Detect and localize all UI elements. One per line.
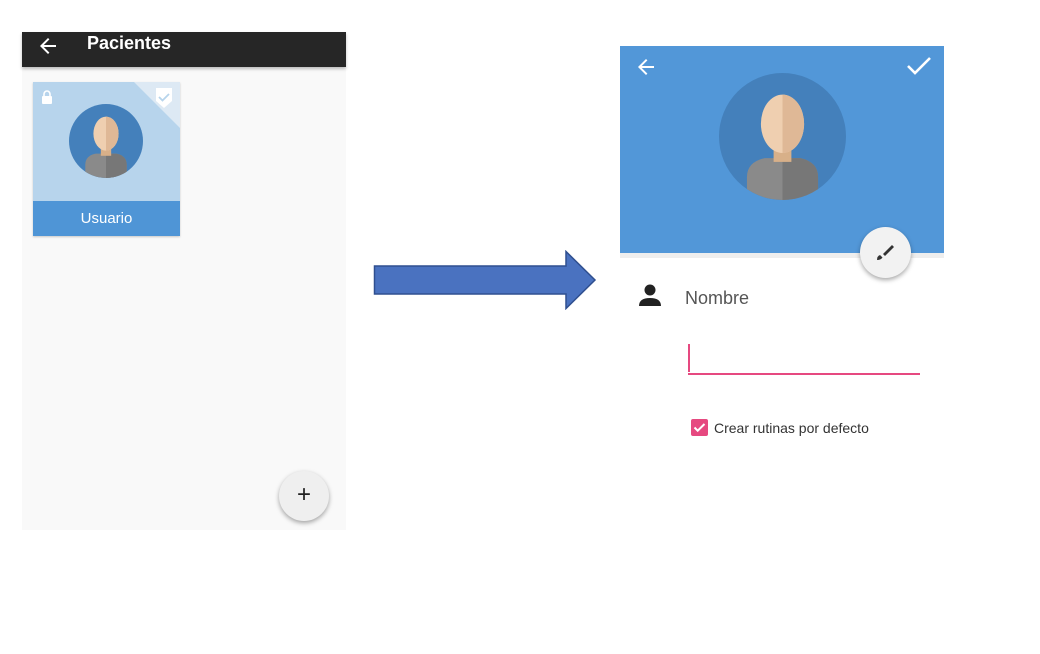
- patients-app-bar: Pacientes: [22, 32, 346, 67]
- page-title: Pacientes: [87, 33, 172, 53]
- back-arrow-icon[interactable]: [36, 34, 60, 58]
- edit-avatar-button[interactable]: [860, 227, 911, 278]
- brush-icon: [877, 245, 894, 260]
- name-input[interactable]: [688, 342, 920, 375]
- create-routines-checkbox[interactable]: [691, 419, 708, 436]
- edit-patient-header: [620, 46, 944, 253]
- transition-arrow-icon: [373, 250, 597, 310]
- check-icon[interactable]: [906, 54, 932, 78]
- name-field-label: Nombre: [685, 288, 750, 308]
- checkbox-check-icon: [693, 423, 706, 433]
- text-cursor: [688, 344, 690, 372]
- person-icon: [639, 284, 661, 306]
- avatar-icon[interactable]: [719, 73, 846, 200]
- lock-icon: [42, 90, 52, 104]
- create-routines-label[interactable]: Crear rutinas por defecto: [714, 420, 869, 436]
- selected-check-icon: [156, 88, 172, 108]
- patient-card[interactable]: Usuario: [33, 82, 180, 236]
- patients-screen: Pacientes Usuario +: [22, 32, 346, 530]
- add-patient-button[interactable]: +: [279, 471, 329, 521]
- avatar-icon: [69, 104, 143, 178]
- back-arrow-icon[interactable]: [634, 55, 658, 79]
- patient-name: Usuario: [33, 201, 180, 236]
